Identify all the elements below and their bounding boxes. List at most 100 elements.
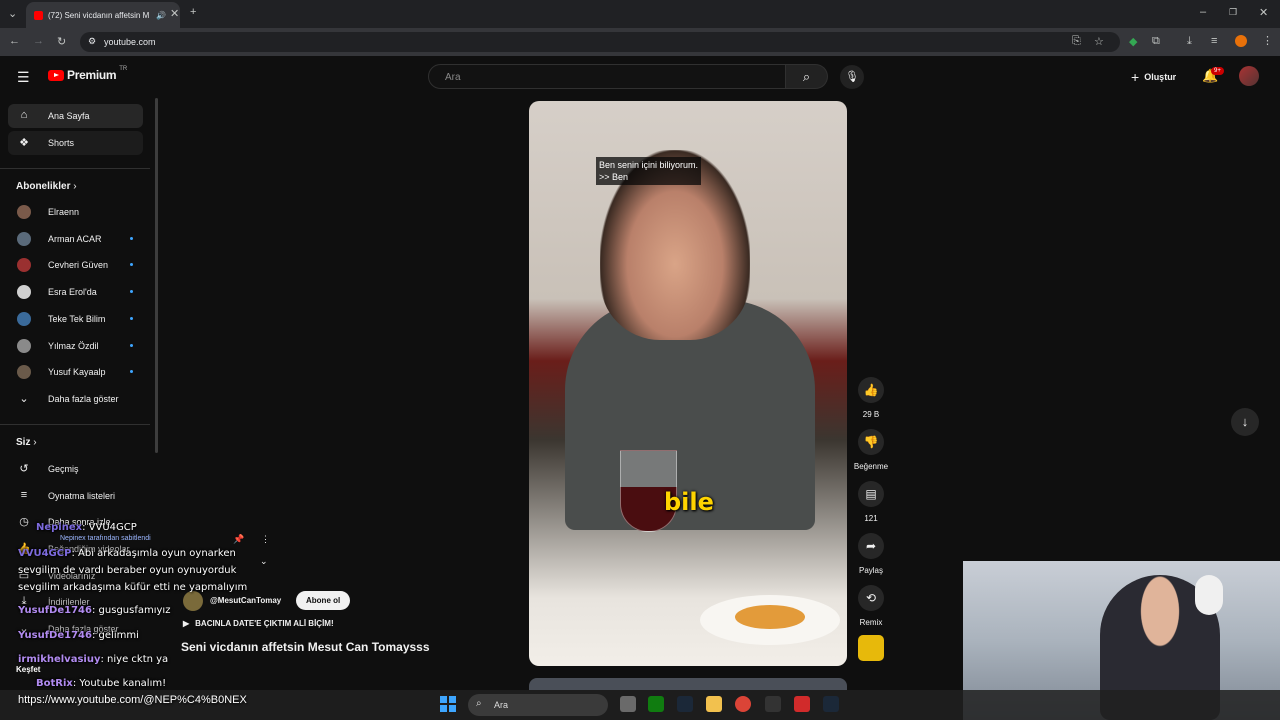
youtube-logo[interactable]: Premium TR — [48, 66, 128, 82]
voice-search-button[interactable]: 🎙 — [840, 65, 864, 89]
tab-close-icon[interactable]: ✕ — [170, 7, 179, 20]
sidebar-item-label: Oynatma listeleri — [48, 491, 116, 501]
show-more-subscriptions[interactable]: ⌄ Daha fazla göster — [8, 387, 143, 411]
history-icon: ↺ — [19, 463, 29, 475]
sidebar-item-shorts[interactable]: ❖ Shorts — [8, 131, 143, 155]
task-view-icon[interactable] — [620, 696, 636, 712]
like-button[interactable]: 👍 — [858, 377, 884, 403]
chat-message: irmikhelvasiuy: niye cktn ya — [18, 654, 169, 665]
sidebar-item-subscription[interactable]: Yılmaz Özdil — [8, 334, 143, 358]
steam-icon[interactable] — [677, 696, 693, 712]
region-code: TR — [119, 66, 128, 72]
sidebar-item-history[interactable]: ↺ Geçmiş — [8, 457, 143, 481]
you-heading[interactable]: Siz › — [16, 437, 37, 448]
sidebar-item-label: Arman ACAR — [48, 233, 102, 244]
address-bar[interactable]: ⚙ youtube.com — [80, 32, 1120, 52]
reading-list-icon[interactable]: ≡ — [1211, 35, 1217, 47]
channel-avatar[interactable] — [183, 591, 203, 611]
address-url: youtube.com — [104, 37, 156, 47]
dislike-button[interactable]: 👎 — [858, 429, 884, 455]
sidebar-item-subscription[interactable]: Yusuf Kayaalp — [8, 360, 143, 384]
sidebar-item-playlists[interactable]: ≡ Oynatma listeleri — [8, 484, 143, 508]
comments-button[interactable]: ▤ — [858, 481, 884, 507]
video-frame-pasta — [735, 605, 805, 629]
extensions-puzzle-icon[interactable]: ⧉ — [1152, 35, 1160, 48]
audio-thumbnail[interactable] — [858, 635, 884, 661]
window-close-icon[interactable]: ✕ — [1259, 6, 1268, 19]
share-button[interactable]: ➦ — [858, 533, 884, 559]
next-short-button[interactable]: ↓ — [1231, 408, 1259, 436]
youtube-favicon-icon — [34, 10, 43, 20]
cast-icon[interactable]: ⎘ — [1072, 35, 1081, 48]
app-icon-red[interactable] — [794, 696, 810, 712]
app-icon[interactable] — [765, 696, 781, 712]
search-button[interactable]: ⌕ — [786, 64, 828, 89]
account-avatar[interactable] — [1239, 66, 1259, 86]
logo-text: Premium — [67, 68, 117, 82]
sidebar-item-home[interactable]: ⌂ Ana Sayfa — [8, 104, 143, 128]
chat-link[interactable]: https://www.youtube.com/@NEP%C4%B0NEX — [18, 694, 247, 706]
browser-tab[interactable]: (72) Seni vicdanın affetsin M 🔊 — [26, 2, 180, 28]
pin-icon: 📌 — [233, 534, 245, 544]
remix-button[interactable]: ⟲ — [858, 585, 884, 611]
sidebar-scrollbar[interactable] — [155, 98, 158, 453]
notification-badge: 9+ — [1211, 67, 1224, 75]
video-overlay-word: bile — [664, 488, 714, 516]
tab-audio-icon[interactable]: 🔊 — [156, 11, 166, 20]
channel-name[interactable]: @MesutCanTomay — [210, 596, 281, 605]
sidebar-item-subscription[interactable]: Elraenn — [8, 200, 143, 224]
search-input[interactable]: Ara — [428, 64, 786, 89]
xbox-icon[interactable] — [648, 696, 664, 712]
site-info-icon[interactable]: ⚙ — [88, 36, 96, 47]
sidebar-item-label: Shorts — [48, 138, 75, 148]
music-link[interactable]: ▶ BACINLA DATE'E ÇIKTIM ALİ BİÇİM! — [183, 619, 334, 628]
tab-list-icon[interactable]: ⌄ — [8, 7, 17, 20]
bookmark-star-icon[interactable]: ☆ — [1094, 35, 1104, 48]
share-label: Paylaş — [858, 566, 883, 575]
new-content-dot — [130, 236, 133, 240]
chat-message: BotRix: Youtube kanalım! — [36, 678, 167, 689]
steam-icon-2[interactable] — [823, 696, 839, 712]
chat-message: YusufDe1746: gelimmi — [18, 630, 139, 641]
chat-message: YusufDe1746: gusgusfamıyız — [18, 605, 171, 616]
video-caption: Ben senin içini biliyorum. >> Ben — [596, 157, 702, 185]
chat-pinned-message: Nepinex: VVU4GCP — [36, 522, 137, 533]
chrome-icon[interactable] — [735, 696, 751, 712]
profile-avatar[interactable] — [1235, 35, 1247, 47]
sidebar-item-label: Geçmiş — [48, 464, 79, 474]
sidebar-item-label: Cevheri Güven — [48, 260, 109, 271]
clock-icon: ◷ — [19, 516, 29, 528]
new-tab-icon[interactable]: + — [190, 6, 196, 18]
back-icon[interactable]: ← — [9, 35, 20, 47]
reload-icon[interactable]: ↻ — [57, 35, 66, 48]
next-short-preview[interactable] — [529, 678, 847, 690]
chrome-menu-icon[interactable]: ⋮ — [1262, 34, 1273, 47]
sidebar-item-subscription[interactable]: Esra Erol'da — [8, 280, 143, 304]
create-button[interactable]: + Oluştur — [1131, 69, 1176, 85]
playlist-icon: ≡ — [20, 489, 28, 501]
maximize-icon[interactable]: ❐ — [1229, 7, 1237, 18]
new-content-dot — [130, 316, 133, 320]
minimize-icon[interactable]: – — [1200, 6, 1206, 18]
channel-avatar — [17, 365, 31, 380]
music-title: BACINLA DATE'E ÇIKTIM ALİ BİÇİM! — [195, 619, 334, 628]
forward-icon[interactable]: → — [33, 35, 44, 47]
sidebar-item-subscription[interactable]: Arman ACAR — [8, 227, 143, 251]
share-icon: ➦ — [865, 539, 877, 553]
file-explorer-icon[interactable] — [706, 696, 722, 712]
subscribe-button[interactable]: Abone ol — [296, 591, 351, 610]
sidebar-item-subscription[interactable]: Teke Tek Bilim — [8, 307, 143, 331]
sidebar-item-label: Daha fazla göster — [48, 394, 119, 404]
comment-icon: ▤ — [865, 487, 877, 501]
menu-icon[interactable]: ☰ — [17, 69, 30, 86]
chevron-down-icon[interactable]: ⌄ — [260, 556, 268, 567]
sidebar-item-subscription[interactable]: Cevheri Güven — [8, 253, 143, 277]
more-options-icon[interactable]: ⋮ — [261, 534, 270, 545]
extension-icon[interactable]: ◆ — [1129, 35, 1137, 48]
taskbar-search[interactable]: ⌕ Ara — [468, 694, 608, 716]
divider — [0, 168, 150, 169]
download-icon[interactable]: ⤓ — [1187, 35, 1192, 48]
windows-start-icon[interactable] — [440, 696, 456, 712]
tab-strip: ⌄ (72) Seni vicdanın affetsin M 🔊 ✕ + – … — [0, 0, 1280, 28]
subscriptions-heading[interactable]: Abonelikler › — [16, 181, 77, 192]
